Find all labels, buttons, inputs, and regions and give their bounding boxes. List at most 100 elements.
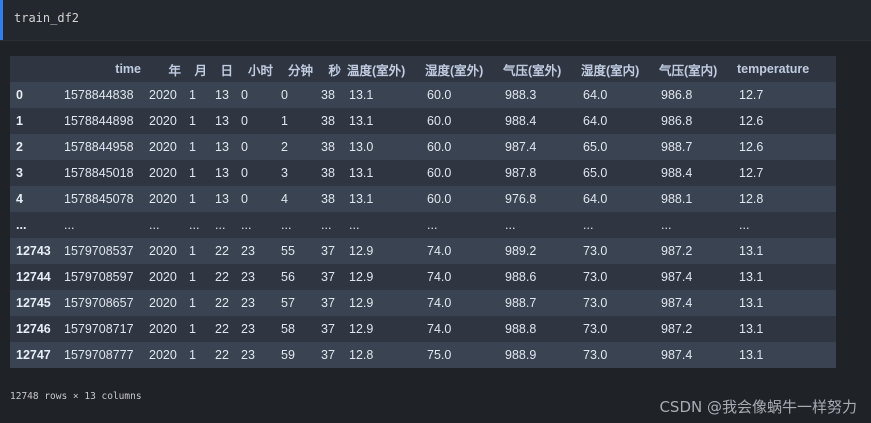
table-cell: 1 [189,270,196,284]
table-cell: 38 [321,114,335,128]
table-cell: 38 [321,166,335,180]
table-cell: 73.0 [583,244,608,258]
table-cell: 0 [281,88,288,102]
table-cell: 988.4 [661,166,693,180]
column-header: 气压(室外) [503,63,562,78]
table-cell: 1578845018 [64,166,134,180]
table-cell: 13.1 [349,192,374,206]
column-header: 湿度(室内) [581,63,640,78]
index-header [10,56,58,82]
table-cell: ... [505,218,516,232]
table-cell: 12.9 [349,244,374,258]
code-text[interactable]: train_df2 [14,11,79,25]
table-cell: 13.1 [739,348,764,362]
table-cell: 988.7 [505,296,537,310]
output-area: time 年月日小时 分钟秒温度(室外) 湿度(室外) 气压(室外) 湿度(室内) 气压(室… [10,56,836,368]
table-cell: ... [321,218,332,232]
table-cell: 1 [189,114,196,128]
table-cell: 22 [215,270,229,284]
table-cell: 2020 [149,270,177,284]
table-row: 12743 1579708537 2020 1 22 23 55 37 12.9 74.0 989.… [10,238,836,264]
table-cell: 986.8 [661,88,693,102]
table-cell: 60.0 [427,114,452,128]
table-cell: 13 [215,140,229,154]
table-cell: 987.2 [661,322,693,336]
table-cell: 73.0 [583,348,608,362]
table-cell: 74.0 [427,296,452,310]
row-index: 12747 [16,348,51,362]
row-index: 12743 [16,244,51,258]
code-cell[interactable]: train_df2 [0,0,871,41]
table-cell: 23 [241,322,255,336]
table-cell: ... [215,218,226,232]
table-cell: 65.0 [583,166,608,180]
table-cell: 2020 [149,244,177,258]
table-cell: 38 [321,140,335,154]
table-cell: 74.0 [427,244,452,258]
table-cell: 1579708657 [64,296,134,310]
table-cell: 37 [321,296,335,310]
table-row: 4 1578845078 2020 1 13 0 4 38 13.1 60.0 976.8 64.0 9… [10,186,836,212]
table-cell: 64.0 [583,114,608,128]
table-cell: 22 [215,296,229,310]
table-cell: 13 [215,88,229,102]
table-cell: 55 [281,244,295,258]
column-header: 分钟 [287,63,313,78]
table-cell: 13.1 [739,322,764,336]
table-cell: 2020 [149,166,177,180]
dataframe-table: time 年月日小时 分钟秒温度(室外) 湿度(室外) 气压(室外) 湿度(室内) 气压(室… [10,56,836,368]
table-cell: 0 [241,192,248,206]
table-cell: 3 [281,166,288,180]
table-row: 12747 1579708777 2020 1 22 23 59 37 12.8 75.0 988.… [10,342,836,368]
table-cell: 1578844838 [64,88,134,102]
table-cell: 989.2 [505,244,537,258]
table-cell: 988.6 [505,270,537,284]
table-cell: 0 [241,88,248,102]
table-cell: 1579708597 [64,270,134,284]
table-cell: 23 [241,244,255,258]
table-row: 3 1578845018 2020 1 13 0 3 38 13.1 60.0 987.8 65.0 9… [10,160,836,186]
table-cell: 13.0 [349,140,374,154]
table-cell: 22 [215,244,229,258]
column-header: 月 [194,63,207,78]
column-header: 湿度(室外) [425,63,484,78]
column-header: 温度(室外) [347,63,406,78]
table-cell: 60.0 [427,88,452,102]
table-cell: 56 [281,270,295,284]
table-body: 0 1578844838 2020 1 13 0 0 38 13.1 60.0 988.3 64.0 9… [10,82,836,368]
table-cell: 2 [281,140,288,154]
table-cell: 12.7 [739,88,764,102]
table-cell: 22 [215,348,229,362]
table-cell: 59 [281,348,295,362]
table-cell: 37 [321,244,335,258]
table-cell: 987.4 [661,296,693,310]
header-row: time 年月日小时 分钟秒温度(室外) 湿度(室外) 气压(室外) 湿度(室内) 气压(室… [10,56,836,82]
table-cell: 65.0 [583,140,608,154]
table-cell: 2020 [149,140,177,154]
table-cell: 12.6 [739,140,764,154]
table-cell: 13.1 [349,166,374,180]
table-cell: 74.0 [427,322,452,336]
table-row: ........................................… [10,212,836,238]
table-row: 2 1578844958 2020 1 13 0 2 38 13.0 60.0 987.4 65.0 9… [10,134,836,160]
table-cell: 38 [321,88,335,102]
table-cell: 60.0 [427,166,452,180]
table-cell: 73.0 [583,296,608,310]
table-cell: ... [281,218,292,232]
table-cell: 37 [321,270,335,284]
table-row: 12746 1579708717 2020 1 22 23 58 37 12.9 74.0 988.… [10,316,836,342]
table-cell: 2020 [149,322,177,336]
table-cell: 74.0 [427,270,452,284]
table-cell: 986.8 [661,114,693,128]
column-header: 秒 [328,63,341,78]
table-cell: 58 [281,322,295,336]
table-cell: 22 [215,322,229,336]
table-cell: 0 [241,114,248,128]
table-cell: 1 [281,114,288,128]
table-cell: 12.9 [349,322,374,336]
table-row: 0 1578844838 2020 1 13 0 0 38 13.1 60.0 988.3 64.0 9… [10,82,836,108]
table-cell: 0 [241,140,248,154]
table-cell: 13.1 [739,244,764,258]
table-cell: 988.1 [661,192,693,206]
table-cell: 12.7 [739,166,764,180]
